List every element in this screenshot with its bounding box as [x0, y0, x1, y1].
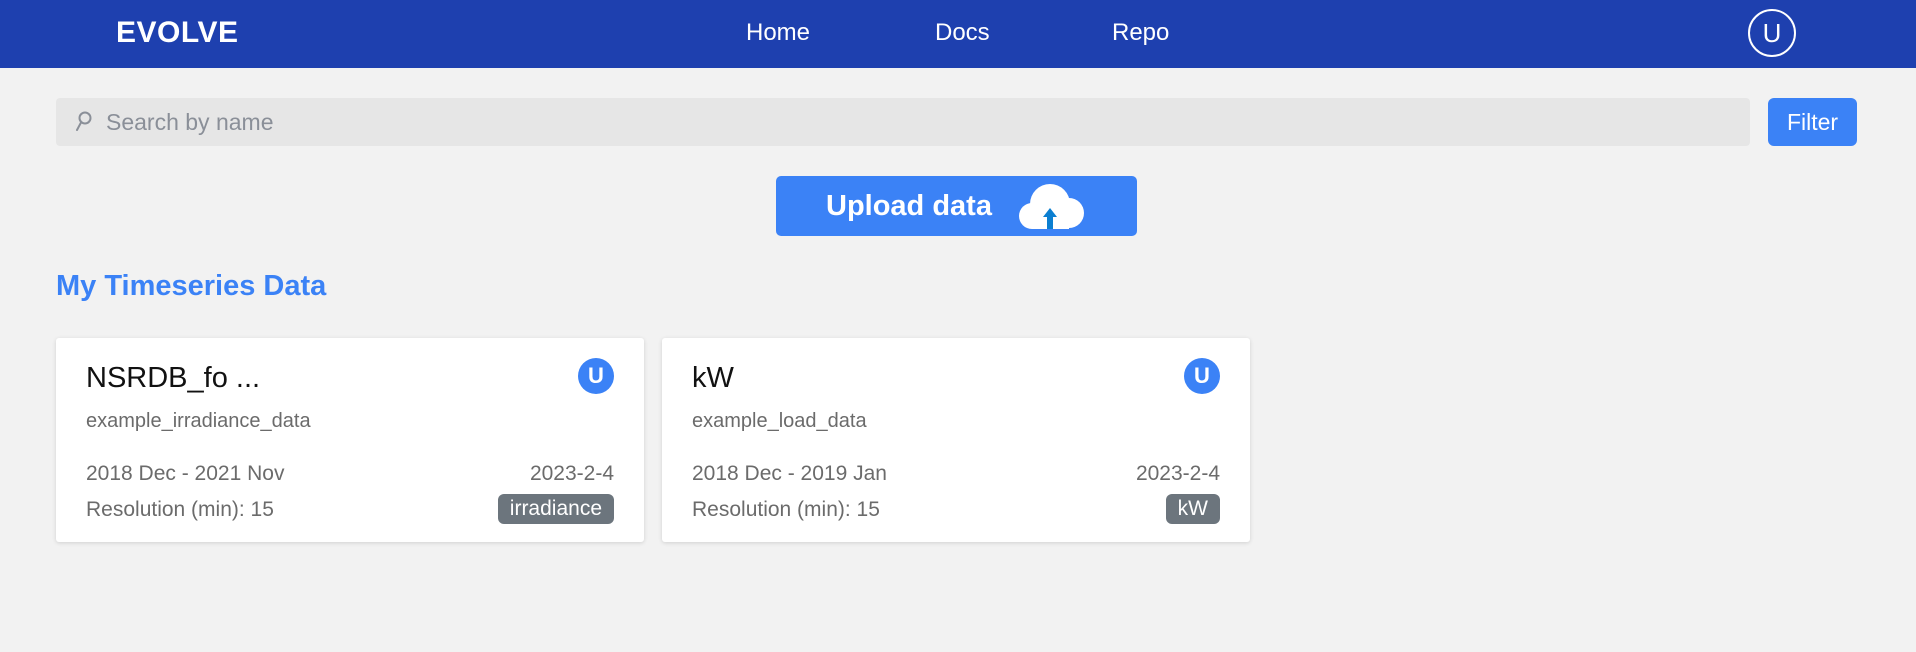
search-input[interactable]: [106, 98, 1736, 146]
user-avatar[interactable]: U: [1748, 9, 1796, 57]
upload-data-button[interactable]: Upload data: [776, 176, 1137, 236]
section-title: My Timeseries Data: [56, 270, 327, 302]
card-created-date: 2023-2-4: [529, 462, 614, 485]
card-dataset-name: example_load_data: [692, 410, 867, 432]
card-resolution: Resolution (min): 15: [692, 498, 880, 521]
upload-data-label: Upload data: [826, 190, 992, 222]
search-icon: [76, 111, 92, 131]
card-tag: kW: [1165, 494, 1220, 524]
nav-link-repo[interactable]: Repo: [1112, 19, 1169, 47]
nav-link-home[interactable]: Home: [746, 19, 810, 47]
card-title: NSRDB_fo ...: [86, 362, 261, 394]
card-date-range: 2018 Dec - 2019 Jan: [692, 462, 887, 485]
top-navbar: EVOLVE Home Docs Repo U: [0, 0, 1916, 68]
filter-button[interactable]: Filter: [1768, 98, 1857, 146]
cloud-upload-icon: [1019, 184, 1084, 229]
card-title: kW: [692, 362, 734, 394]
search-bar: [56, 98, 1750, 146]
owner-badge: U: [578, 358, 614, 394]
owner-badge: U: [1184, 358, 1220, 394]
card-tag: irradiance: [497, 494, 614, 524]
card-date-range: 2018 Dec - 2021 Nov: [86, 462, 285, 485]
timeseries-card[interactable]: kW U example_load_data 2018 Dec - 2019 J…: [662, 338, 1250, 542]
card-dataset-name: example_irradiance_data: [86, 410, 311, 432]
brand-logo[interactable]: EVOLVE: [116, 16, 238, 50]
card-created-date: 2023-2-4: [1135, 462, 1220, 485]
timeseries-card[interactable]: NSRDB_fo ... U example_irradiance_data 2…: [56, 338, 644, 542]
card-resolution: Resolution (min): 15: [86, 498, 274, 521]
nav-link-docs[interactable]: Docs: [935, 19, 990, 47]
